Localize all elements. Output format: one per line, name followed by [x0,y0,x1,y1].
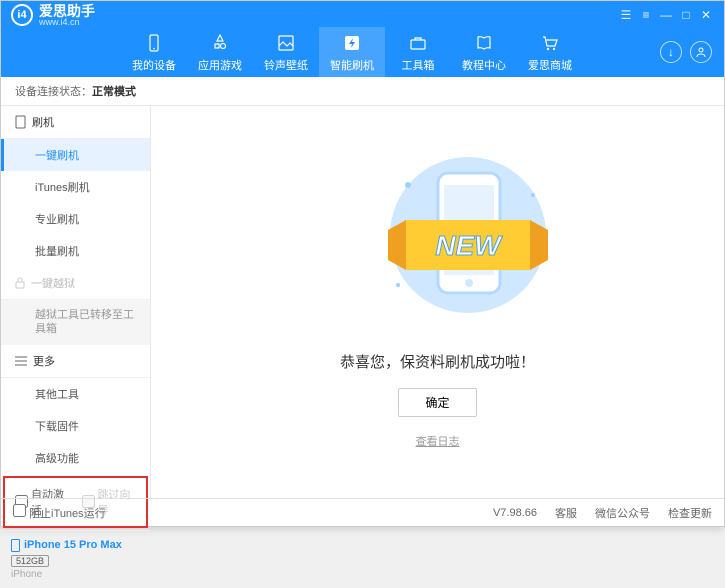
section-title: 刷机 [32,114,54,130]
version-label: V7.98.66 [493,507,537,519]
view-log-link[interactable]: 查看日志 [416,433,460,449]
menu-label: 铃声壁纸 [264,57,308,73]
menu-my-device[interactable]: 我的设备 [121,27,187,77]
status-value: 正常模式 [92,86,136,98]
minimize-icon[interactable]: — [658,7,674,23]
user-button[interactable] [690,41,712,63]
menu-label: 智能刷机 [330,57,374,73]
menu-toolbox[interactable]: 工具箱 [385,27,451,77]
header: i4 爱思助手 www.i4.cn ☰ ≡ — □ ✕ 我的设备 [1,1,724,77]
device-name[interactable]: iPhone 15 Pro Max [11,539,140,552]
menu-store[interactable]: 爱思商城 [517,27,583,77]
menu-tutorial[interactable]: 教程中心 [451,27,517,77]
ok-button[interactable]: 确定 [398,388,476,417]
sidebar-item-pro-flash[interactable]: 专业刷机 [1,203,150,235]
lock-icon [15,277,25,289]
close-icon[interactable]: ✕ [698,7,714,23]
footer: 阻止iTunes运行 V7.98.66 客服 微信公众号 检查更新 [1,498,724,526]
phone-small-icon [11,539,20,552]
sidebar: 刷机 一键刷机 iTunes刷机 专业刷机 批量刷机 一键越狱 越狱工具已转移至… [1,106,151,498]
storage-badge: 512GB [11,555,49,567]
sidebar-item-download-firmware[interactable]: 下载固件 [1,410,150,442]
maximize-icon[interactable]: □ [678,7,694,23]
app-url: www.i4.cn [39,18,95,27]
logo: i4 爱思助手 www.i4.cn [11,4,95,27]
success-illustration: NEW [358,155,518,335]
toolbox-icon [407,32,429,54]
body: 刷机 一键刷机 iTunes刷机 专业刷机 批量刷机 一键越狱 越狱工具已转移至… [1,106,724,498]
title-bar: i4 爱思助手 www.i4.cn ☰ ≡ — □ ✕ [1,1,724,25]
menu-label: 教程中心 [462,57,506,73]
footer-wechat[interactable]: 微信公众号 [595,505,650,521]
phone-small-icon [15,115,26,129]
section-title: 更多 [33,353,55,369]
sidebar-item-advanced[interactable]: 高级功能 [1,442,150,474]
menu-label: 工具箱 [402,57,435,73]
settings-icon[interactable]: ≡ [638,7,654,23]
download-button[interactable]: ↓ [660,41,682,63]
sidebar-section-flash[interactable]: 刷机 [1,106,150,139]
list-icon [15,356,27,366]
main-panel: NEW 恭喜您，保资料刷机成功啦！ 确定 查看日志 [151,106,724,498]
flash-icon [341,32,363,54]
cart-icon [539,32,561,54]
footer-update[interactable]: 检查更新 [668,505,712,521]
section-title: 一键越狱 [31,275,75,291]
sidebar-section-jailbreak: 一键越狱 [1,267,150,300]
device-info: iPhone 15 Pro Max 512GB iPhone [1,530,150,588]
top-menu: 我的设备 应用游戏 铃声壁纸 智能刷机 工具箱 教程中心 [1,25,724,77]
menu-apps[interactable]: 应用游戏 [187,27,253,77]
sidebar-jailbreak-note: 越狱工具已转移至工具箱 [1,300,150,345]
device-type: iPhone [11,569,140,580]
app-name: 爱思助手 [39,4,95,18]
block-itunes-checkbox[interactable]: 阻止iTunes运行 [13,504,106,521]
menu-ringtones[interactable]: 铃声壁纸 [253,27,319,77]
menu-label: 应用游戏 [198,57,242,73]
sidebar-item-other-tools[interactable]: 其他工具 [1,378,150,410]
apps-icon [209,32,231,54]
logo-icon: i4 [11,4,33,26]
footer-support[interactable]: 客服 [555,505,577,521]
sidebar-item-batch-flash[interactable]: 批量刷机 [1,235,150,267]
book-icon [473,32,495,54]
phone-icon [143,32,165,54]
wallpaper-icon [275,32,297,54]
menu-label: 我的设备 [132,57,176,73]
menu-icon[interactable]: ☰ [618,7,634,23]
success-message: 恭喜您，保资料刷机成功啦！ [340,351,535,372]
sidebar-item-itunes-flash[interactable]: iTunes刷机 [1,171,150,203]
svg-text:NEW: NEW [435,230,503,261]
app-window: i4 爱思助手 www.i4.cn ☰ ≡ — □ ✕ 我的设备 [0,0,725,527]
sidebar-section-more[interactable]: 更多 [1,345,150,378]
status-prefix: 设备连接状态： [15,86,92,98]
menu-flash[interactable]: 智能刷机 [319,27,385,77]
window-controls: ☰ ≡ — □ ✕ [618,7,714,23]
sidebar-item-onekey-flash[interactable]: 一键刷机 [1,139,150,171]
device-status-row: 设备连接状态：正常模式 [1,77,724,106]
menu-label: 爱思商城 [528,57,572,73]
